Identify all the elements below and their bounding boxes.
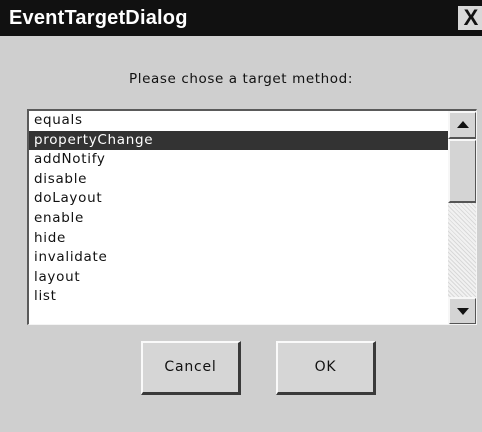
list-item[interactable]: disable (29, 170, 448, 190)
list-item[interactable]: propertyChange (29, 130, 448, 151)
list-item[interactable]: equals (29, 111, 448, 131)
scroll-up-button[interactable] (448, 111, 476, 139)
scroll-up-arrow-icon (457, 121, 469, 128)
prompt-label: Please chose a target method: (129, 71, 353, 87)
title-bar: EventTargetDialog X (0, 0, 482, 36)
list-item[interactable]: enable (29, 209, 448, 229)
list-item[interactable]: doLayout (29, 189, 448, 209)
list-item[interactable]: invalidate (29, 248, 448, 268)
window-title: EventTargetDialog (9, 7, 188, 29)
scroll-down-button[interactable] (448, 297, 476, 324)
list-item[interactable]: hide (29, 229, 448, 249)
vertical-scrollbar[interactable] (448, 111, 476, 324)
method-list-items: equals propertyChange addNotify disable doLa… (29, 111, 448, 324)
event-target-dialog: EventTargetDialog X Please chose a targe… (0, 0, 482, 432)
method-list[interactable]: equals propertyChange addNotify disable doLa… (27, 109, 477, 325)
cancel-button[interactable]: Cancel (141, 341, 241, 395)
scroll-thumb[interactable] (448, 139, 476, 203)
list-item[interactable]: addNotify (29, 150, 448, 170)
list-item[interactable]: list (29, 287, 448, 307)
ok-button[interactable]: OK (276, 341, 376, 395)
close-icon[interactable]: X (458, 6, 482, 30)
scroll-down-arrow-icon (457, 308, 469, 315)
list-item[interactable]: layout (29, 268, 448, 288)
